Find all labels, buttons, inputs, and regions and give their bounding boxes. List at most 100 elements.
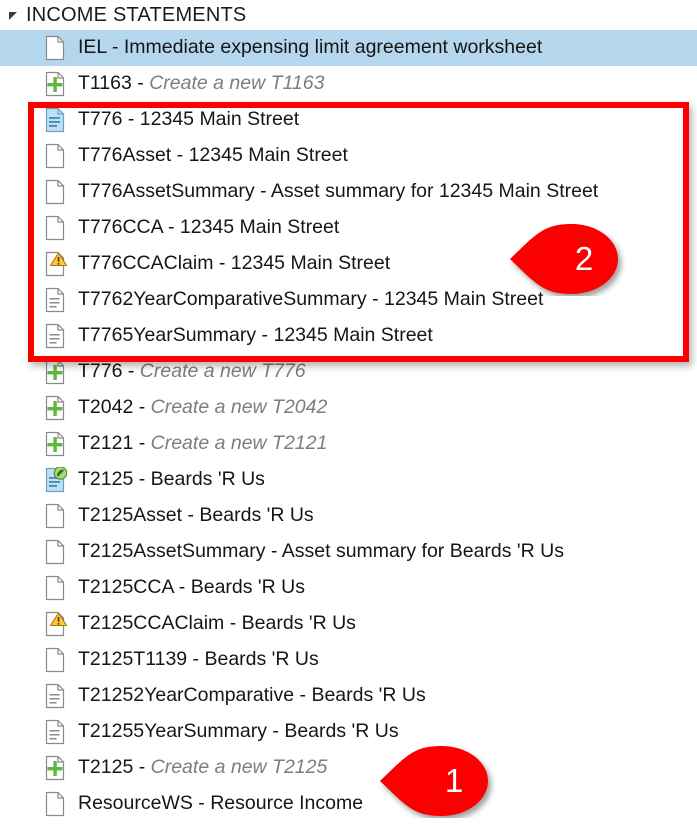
tree-row-label: T2125CCA - Beards 'R Us (78, 578, 305, 598)
tree-row-form-name: T2125 (78, 468, 134, 491)
tree-row-label: T2125T1139 - Beards 'R Us (78, 650, 319, 670)
tree-row-separator: - (213, 252, 231, 275)
blank-document-icon (44, 35, 66, 61)
tree-row-description: Asset summary for Beards 'R Us (281, 540, 564, 563)
tree-row-label: T776Asset - 12345 Main Street (78, 146, 348, 166)
tree-row-label: T7762YearComparativeSummary - 12345 Main… (78, 290, 543, 310)
new-document-icon (44, 71, 66, 97)
tree-row[interactable]: T776 - Create a new T776 (0, 354, 697, 390)
tree-row-separator: - (192, 792, 211, 815)
tree-row-description: Create a new T776 (139, 360, 306, 383)
tree-row-separator: - (256, 324, 274, 347)
tree-row-separator: - (133, 468, 151, 491)
tree-row-separator: - (162, 216, 180, 239)
tree-row-label: T776 - Create a new T776 (78, 362, 306, 382)
tree-row-description: Create a new T2042 (150, 396, 328, 419)
tree-row[interactable]: T776CCAClaim - 12345 Main Street (0, 246, 697, 282)
tree-row-description: Beards 'R Us (241, 612, 356, 635)
tree-row-label: T21255YearSummary - Beards 'R Us (78, 722, 399, 742)
tree-row-description: Beards 'R Us (311, 684, 426, 707)
tree-row-label: T2125AssetSummary - Asset summary for Be… (78, 542, 564, 562)
forms-list: IEL - Immediate expensing limit agreemen… (0, 30, 697, 822)
group-title: INCOME STATEMENTS (26, 3, 247, 26)
tree-row-form-name: T776AssetSummary (78, 180, 255, 203)
tree-row[interactable]: T2125Asset - Beards 'R Us (0, 498, 697, 534)
tree-row-separator: - (122, 108, 140, 131)
tree-row[interactable]: T776Asset - 12345 Main Street (0, 138, 697, 174)
warning-document-icon (44, 611, 67, 637)
tree-row[interactable]: T2042 - Create a new T2042 (0, 390, 697, 426)
tree-row-form-name: T2125Asset (78, 504, 183, 527)
tree-row-separator: - (366, 288, 385, 311)
tree-row[interactable]: T2125T1139 - Beards 'R Us (0, 642, 697, 678)
lined-document-icon (44, 719, 66, 745)
tree-row-form-name: T2125 (78, 756, 134, 779)
tree-row-label: IEL - Immediate expensing limit agreemen… (78, 38, 542, 58)
blank-document-icon (44, 215, 66, 241)
tree-row-description: 12345 Main Street (179, 216, 340, 239)
tree-row-label: T1163 - Create a new T1163 (78, 74, 324, 94)
tree-row-label: T776CCA - 12345 Main Street (78, 218, 339, 238)
tree-row-label: T7765YearSummary - 12345 Main Street (78, 326, 433, 346)
tree-row-form-name: T2125CCA (78, 576, 174, 599)
tree-row-label: T2125Asset - Beards 'R Us (78, 506, 314, 526)
new-document-icon (44, 395, 66, 421)
tree-row[interactable]: T2125CCA - Beards 'R Us (0, 570, 697, 606)
tree-row-form-name: T776CCAClaim (78, 252, 214, 275)
tree-row[interactable]: T21252YearComparative - Beards 'R Us (0, 678, 697, 714)
tree-row[interactable]: T7765YearSummary - 12345 Main Street (0, 318, 697, 354)
forms-tree: INCOME STATEMENTS IEL - Immediate expens… (0, 0, 697, 831)
tree-row-form-name: T21252YearComparative (78, 684, 295, 707)
tree-row-separator: - (131, 72, 150, 95)
tree-row-label: T2125 - Beards 'R Us (78, 470, 265, 490)
tree-row-label: T21252YearComparative - Beards 'R Us (78, 686, 426, 706)
tree-row-description: Create a new T1163 (149, 72, 325, 95)
tree-row-separator: - (106, 36, 124, 59)
tree-row-description: Beards 'R Us (190, 576, 305, 599)
tree-row-form-name: ResourceWS (78, 792, 193, 815)
tree-row[interactable]: T2125CCAClaim - Beards 'R Us (0, 606, 697, 642)
tree-row-description: Beards 'R Us (284, 720, 399, 743)
tree-row-description: 12345 Main Street (273, 324, 433, 347)
tree-row-separator: - (133, 432, 151, 455)
tree-row-description: 12345 Main Street (230, 252, 391, 275)
warning-document-icon (44, 251, 67, 277)
tree-row-form-name: T776Asset (78, 144, 172, 167)
tree-row-description: 12345 Main Street (139, 108, 300, 131)
tree-row[interactable]: T776CCA - 12345 Main Street (0, 210, 697, 246)
tree-row-label: T2125CCAClaim - Beards 'R Us (78, 614, 356, 634)
blank-document-icon (44, 539, 66, 565)
tree-row[interactable]: T7762YearComparativeSummary - 12345 Main… (0, 282, 697, 318)
tree-row-form-name: T2042 (78, 396, 134, 419)
tree-row[interactable]: T776AssetSummary - Asset summary for 123… (0, 174, 697, 210)
tree-row[interactable]: T2121 - Create a new T2121 (0, 426, 697, 462)
tree-row[interactable]: T2125AssetSummary - Asset summary for Be… (0, 534, 697, 570)
tree-row-separator: - (122, 360, 140, 383)
lined-document-icon (44, 287, 66, 313)
filled-document-icon (44, 107, 66, 133)
triangle-collapse-icon[interactable] (6, 7, 22, 23)
tree-row-separator: - (265, 540, 282, 563)
tree-row-description: Create a new T2121 (150, 432, 328, 455)
blank-document-icon (44, 179, 66, 205)
tree-row[interactable]: T776 - 12345 Main Street (0, 102, 697, 138)
tree-row[interactable]: T1163 - Create a new T1163 (0, 66, 697, 102)
group-header-income-statements[interactable]: INCOME STATEMENTS (0, 0, 697, 30)
tree-row-label: T2042 - Create a new T2042 (78, 398, 327, 418)
new-document-icon (44, 431, 66, 457)
tree-row-description: Beards 'R Us (150, 468, 265, 491)
tree-row-label: T776CCAClaim - 12345 Main Street (78, 254, 390, 274)
tree-row[interactable]: IEL - Immediate expensing limit agreemen… (0, 30, 697, 66)
tree-row[interactable]: ResourceWS - Resource Income (0, 786, 697, 822)
tree-row[interactable]: T2125 - Beards 'R Us (0, 462, 697, 498)
tree-row[interactable]: T21255YearSummary - Beards 'R Us (0, 714, 697, 750)
lined-document-icon (44, 323, 66, 349)
tree-row-separator: - (224, 612, 242, 635)
new-document-icon (44, 359, 66, 385)
tree-row-form-name: T2121 (78, 432, 134, 455)
tree-row-form-name: T776 (78, 360, 123, 383)
tree-row[interactable]: T2125 - Create a new T2125 (0, 750, 697, 786)
tree-row-form-name: T2125AssetSummary (78, 540, 266, 563)
blank-document-icon (44, 647, 66, 673)
lined-document-icon (44, 683, 66, 709)
